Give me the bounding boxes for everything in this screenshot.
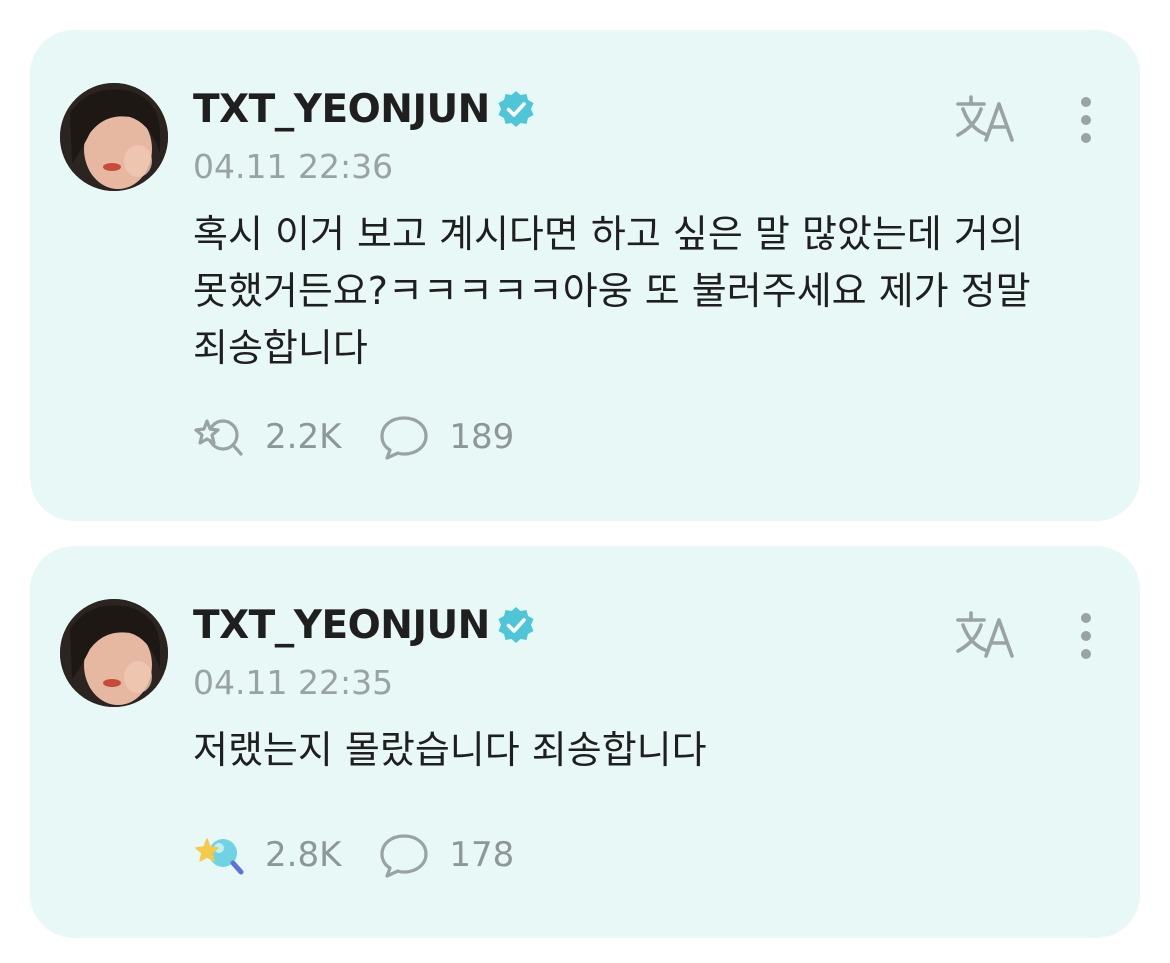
timestamp: 04.11 22:36	[193, 147, 394, 186]
translate-icon[interactable]	[954, 610, 1018, 662]
stats-row: 2.2K 189	[193, 413, 514, 461]
comment-count: 178	[449, 835, 515, 875]
timestamp: 04.11 22:35	[193, 663, 394, 702]
comment-button[interactable]: 178	[377, 831, 514, 879]
more-vertical-icon[interactable]	[1070, 94, 1102, 146]
like-button[interactable]: 2.8K	[193, 831, 341, 879]
like-count: 2.2K	[265, 417, 342, 457]
star-bubble-like-icon	[194, 419, 243, 456]
author-name[interactable]: TXT_YEONJUN	[193, 87, 490, 132]
more-vertical-icon[interactable]	[1070, 610, 1102, 662]
verified-badge-icon	[498, 607, 534, 643]
translate-icon[interactable]	[954, 94, 1018, 146]
post-body: 저랬는지 몰랐습니다 죄송합니다	[193, 728, 707, 772]
avatar[interactable]	[60, 599, 168, 707]
verified-badge-icon	[498, 91, 534, 127]
author-row: TXT_YEONJUN	[193, 84, 536, 134]
author-name[interactable]: TXT_YEONJUN	[193, 603, 490, 648]
comment-button[interactable]: 189	[377, 413, 514, 461]
avatar[interactable]	[60, 83, 168, 191]
comment-bubble-icon	[380, 834, 428, 878]
comment-bubble-icon	[380, 416, 428, 460]
author-row: TXT_YEONJUN	[193, 600, 536, 650]
star-bubble-like-icon	[195, 838, 244, 875]
like-button[interactable]: 2.2K	[193, 413, 341, 461]
post-card[interactable]: TXT_YEONJUN 04.11 22:36 혹시 이거 보고 계시다면 하고…	[30, 30, 1140, 521]
post-card[interactable]: TXT_YEONJUN 04.11 22:35 저랬는지 몰랐습니다 죄송합니다	[30, 546, 1140, 938]
comment-count: 189	[449, 417, 515, 457]
post-body: 혹시 이거 보고 계시다면 하고 싶은 말 많았는데 거의 못했거든요?ㅋㅋㅋㅋ…	[193, 212, 1031, 370]
stats-row: 2.8K 178	[193, 831, 514, 879]
like-count: 2.8K	[265, 835, 342, 875]
